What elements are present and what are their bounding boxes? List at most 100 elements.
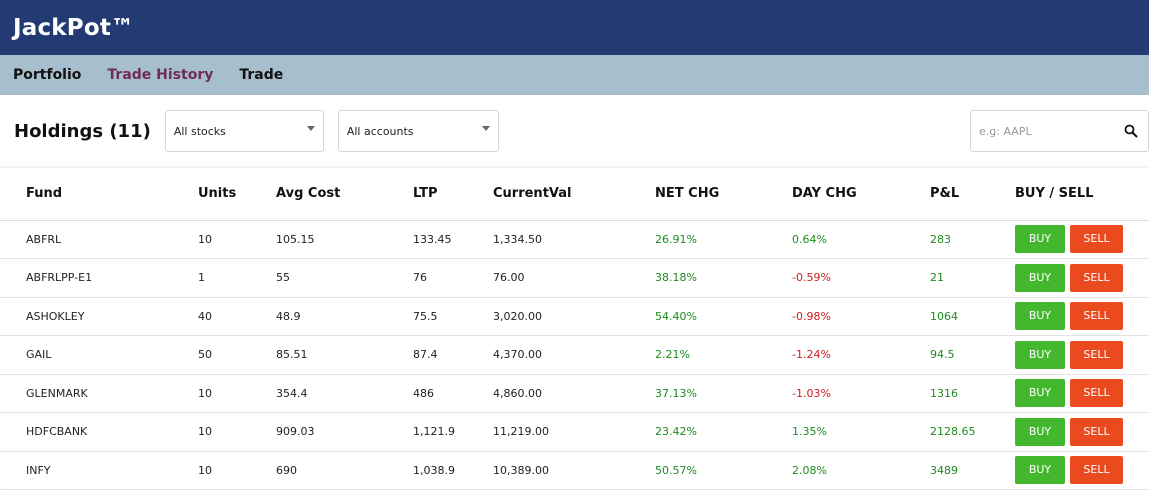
avg-cost-cell: 690: [276, 451, 413, 490]
pnl-cell: 1316: [930, 374, 1015, 413]
column-header-avg-cost: Avg Cost: [276, 168, 413, 221]
table-row: GLENMARK 10 354.4 486 4,860.00 37.13% -1.03% 13…: [0, 374, 1149, 413]
search-input[interactable]: [979, 124, 1119, 138]
fund-cell: GAIL: [0, 335, 198, 375]
buy-button[interactable]: BUY: [1015, 340, 1065, 369]
nav-item-trade-history[interactable]: Trade History: [107, 67, 213, 83]
sell-button[interactable]: SELL: [1070, 225, 1123, 254]
nav-bar: Portfolio Trade History Trade: [0, 55, 1149, 95]
column-header-buy-sell: BUY / SELL: [1015, 168, 1149, 221]
table-header-row: Fund Units Avg Cost LTP CurrentVal NET C…: [0, 168, 1149, 221]
column-header-ltp: LTP: [413, 168, 493, 221]
actions-cell: BUY SELL: [1015, 258, 1149, 298]
current-val-cell: 4,860.00: [493, 374, 655, 413]
pnl-cell: 3489: [930, 451, 1015, 490]
pnl-cell: 283: [930, 220, 1015, 259]
net-chg-cell: 38.18%: [655, 258, 792, 298]
current-val-cell: 3,020.00: [493, 297, 655, 336]
search-icon[interactable]: [1124, 124, 1138, 138]
avg-cost-cell: 85.51: [276, 335, 413, 375]
fund-cell: ASHOKLEY: [0, 297, 198, 336]
avg-cost-cell: 909.03: [276, 412, 413, 452]
current-val-cell: 1,334.50: [493, 220, 655, 259]
net-chg-cell: 23.42%: [655, 412, 792, 452]
chevron-down-icon: [481, 125, 490, 131]
holdings-table: Fund Units Avg Cost LTP CurrentVal NET C…: [0, 167, 1149, 490]
units-cell: 40: [198, 297, 276, 336]
ltp-cell: 76: [413, 258, 493, 298]
fund-cell: ABFRL: [0, 220, 198, 259]
stock-filter-select[interactable]: All stocks: [164, 110, 324, 152]
day-chg-cell: 2.08%: [792, 451, 930, 490]
ltp-cell: 1,121.9: [413, 412, 493, 452]
column-header-units: Units: [198, 168, 276, 221]
pnl-cell: 94.5: [930, 335, 1015, 375]
ltp-cell: 75.5: [413, 297, 493, 336]
ltp-cell: 133.45: [413, 220, 493, 259]
table-row: HDFCBANK 10 909.03 1,121.9 11,219.00 23.42% 1.…: [0, 412, 1149, 452]
day-chg-cell: -1.03%: [792, 374, 930, 413]
buy-button[interactable]: BUY: [1015, 302, 1065, 331]
ltp-cell: 87.4: [413, 335, 493, 375]
sell-button[interactable]: SELL: [1070, 379, 1123, 408]
column-header-current-val: CurrentVal: [493, 168, 655, 221]
actions-cell: BUY SELL: [1015, 335, 1149, 375]
sell-button[interactable]: SELL: [1070, 417, 1123, 446]
current-val-cell: 10,389.00: [493, 451, 655, 490]
buy-button[interactable]: BUY: [1015, 263, 1065, 292]
stock-filter-value: All stocks: [173, 124, 226, 138]
buy-button[interactable]: BUY: [1015, 456, 1065, 485]
day-chg-cell: -0.59%: [792, 258, 930, 298]
sell-button[interactable]: SELL: [1070, 302, 1123, 331]
pnl-cell: 2128.65: [930, 412, 1015, 452]
column-header-pnl: P&L: [930, 168, 1015, 221]
account-filter-value: All accounts: [346, 124, 414, 138]
net-chg-cell: 37.13%: [655, 374, 792, 413]
holdings-title: Holdings (11): [14, 120, 151, 142]
sell-button[interactable]: SELL: [1070, 340, 1123, 369]
column-header-net-chg: NET CHG: [655, 168, 792, 221]
table-row: ABFRL 10 105.15 133.45 1,334.50 26.91% 0.64% 28…: [0, 220, 1149, 259]
units-cell: 10: [198, 220, 276, 259]
net-chg-cell: 50.57%: [655, 451, 792, 490]
current-val-cell: 11,219.00: [493, 412, 655, 452]
actions-cell: BUY SELL: [1015, 220, 1149, 259]
buy-button[interactable]: BUY: [1015, 225, 1065, 254]
units-cell: 1: [198, 258, 276, 298]
pnl-cell: 21: [930, 258, 1015, 298]
table-row: GAIL 50 85.51 87.4 4,370.00 2.21% -1.24% 94.5 BU…: [0, 335, 1149, 375]
avg-cost-cell: 105.15: [276, 220, 413, 259]
nav-item-trade[interactable]: Trade: [239, 67, 283, 83]
search-box: [970, 110, 1149, 152]
net-chg-cell: 2.21%: [655, 335, 792, 375]
holdings-toolbar: Holdings (11) All stocks All accounts: [0, 95, 1149, 167]
avg-cost-cell: 354.4: [276, 374, 413, 413]
pnl-cell: 1064: [930, 297, 1015, 336]
nav-item-portfolio[interactable]: Portfolio: [13, 67, 81, 83]
table-body: ABFRL 10 105.15 133.45 1,334.50 26.91% 0.64% 28…: [0, 220, 1149, 490]
chevron-down-icon: [306, 125, 315, 131]
table-row: ABFRLPP-E1 1 55 76 76.00 38.18% -0.59% 21 BUY SEL…: [0, 258, 1149, 298]
fund-cell: HDFCBANK: [0, 412, 198, 452]
day-chg-cell: -1.24%: [792, 335, 930, 375]
avg-cost-cell: 55: [276, 258, 413, 298]
buy-button[interactable]: BUY: [1015, 417, 1065, 446]
sell-button[interactable]: SELL: [1070, 456, 1123, 485]
units-cell: 50: [198, 335, 276, 375]
sell-button[interactable]: SELL: [1070, 263, 1123, 292]
account-filter-select[interactable]: All accounts: [337, 110, 499, 152]
column-header-day-chg: DAY CHG: [792, 168, 930, 221]
actions-cell: BUY SELL: [1015, 412, 1149, 452]
current-val-cell: 4,370.00: [493, 335, 655, 375]
column-header-fund: Fund: [0, 168, 198, 221]
net-chg-cell: 54.40%: [655, 297, 792, 336]
net-chg-cell: 26.91%: [655, 220, 792, 259]
actions-cell: BUY SELL: [1015, 451, 1149, 490]
day-chg-cell: 0.64%: [792, 220, 930, 259]
day-chg-cell: -0.98%: [792, 297, 930, 336]
ltp-cell: 1,038.9: [413, 451, 493, 490]
fund-cell: GLENMARK: [0, 374, 198, 413]
buy-button[interactable]: BUY: [1015, 379, 1065, 408]
actions-cell: BUY SELL: [1015, 297, 1149, 336]
avg-cost-cell: 48.9: [276, 297, 413, 336]
